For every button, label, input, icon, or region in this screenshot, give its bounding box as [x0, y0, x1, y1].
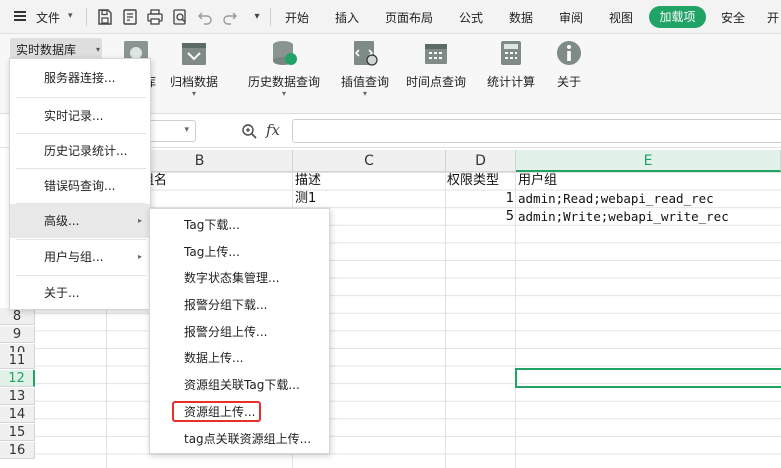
realtime-db-dropdown: 服务器连接... 实时记录... 历史记录统计... 错误码查询... 高级..…: [9, 58, 151, 310]
menu-error-code-query[interactable]: 错误码查询...: [10, 169, 150, 203]
row-header[interactable]: 8: [0, 308, 35, 325]
zoom-icon[interactable]: [240, 122, 258, 140]
menu-about[interactable]: 关于...: [10, 276, 150, 310]
quick-access-divider: [270, 8, 271, 26]
print-preview-icon[interactable]: [171, 8, 189, 26]
menu-realtime-records[interactable]: 实时记录...: [10, 99, 150, 133]
about-label: 关于: [556, 75, 581, 89]
archive-data-button[interactable]: 归档数据 ▾: [165, 38, 223, 98]
menu-advanced[interactable]: 高级... ▸: [10, 204, 150, 238]
about-button[interactable]: 关于: [552, 38, 586, 90]
calculator-icon: [501, 41, 521, 65]
history-database-icon: [273, 41, 297, 65]
info-icon: [557, 41, 581, 65]
archive-data-label: 归档数据: [169, 75, 218, 89]
menu-data[interactable]: 数据: [509, 9, 533, 26]
menu-advanced-label: 高级...: [44, 214, 80, 228]
export-pdf-icon[interactable]: [121, 8, 139, 26]
menu-addins[interactable]: 加载项: [649, 6, 706, 28]
row-header[interactable]: 15: [0, 424, 35, 441]
cell-d-row-b[interactable]: 5: [448, 208, 514, 225]
redo-icon[interactable]: [221, 8, 239, 26]
submenu-digital-state-sets[interactable]: 数字状态集管理...: [150, 265, 329, 291]
submenu-alarm-group-upload[interactable]: 报警分组上传...: [150, 319, 329, 345]
row-header[interactable]: 12: [0, 370, 35, 387]
active-cell-selection[interactable]: [515, 368, 781, 388]
cell-e-row-b[interactable]: admin;Write;webapi_write_rec: [518, 208, 729, 225]
history-query-button[interactable]: 历史数据查询 ▾: [242, 38, 326, 98]
menu-insert[interactable]: 插入: [335, 9, 359, 26]
cell-d-row-a[interactable]: 1: [448, 190, 514, 207]
calendar-icon: [425, 44, 447, 64]
menu-developer[interactable]: 开: [767, 9, 779, 26]
chevron-right-icon: ▸: [137, 216, 142, 225]
cell-c-row-a[interactable]: 测1: [295, 190, 316, 207]
file-menu[interactable]: 文件: [36, 9, 60, 26]
formula-input[interactable]: [292, 119, 781, 143]
menu-server-connect[interactable]: 服务器连接...: [10, 61, 150, 95]
history-query-label: 历史数据查询: [247, 75, 320, 89]
name-box[interactable]: ▾: [150, 120, 196, 142]
cell-d-header[interactable]: 权限类型: [447, 172, 499, 189]
timepoint-query-button[interactable]: 时间点查询: [403, 38, 469, 90]
timepoint-query-label: 时间点查询: [405, 75, 466, 89]
cell-e-header[interactable]: 用户组: [518, 172, 557, 189]
stat-calc-button[interactable]: 统计计算: [482, 38, 540, 90]
chevron-down-icon: ▾: [362, 89, 367, 98]
interpolation-icon: [354, 41, 378, 66]
menu-users-groups[interactable]: 用户与组... ▸: [10, 240, 150, 274]
print-icon[interactable]: [146, 8, 164, 26]
menu-history-stats[interactable]: 历史记录统计...: [10, 134, 150, 168]
submenu-alarm-group-download[interactable]: 报警分组下载...: [150, 292, 329, 318]
menu-security[interactable]: 安全: [721, 9, 745, 26]
chevron-down-icon[interactable]: ▾: [184, 125, 189, 135]
row-header[interactable]: 14: [0, 406, 35, 423]
interp-query-button[interactable]: 插值查询 ▾: [337, 38, 393, 98]
stat-calc-label: 统计计算: [486, 75, 535, 89]
cell-e-row-a[interactable]: admin;Read;webapi_read_rec: [518, 190, 714, 207]
chevron-down-icon: ▾: [281, 89, 286, 98]
fx-icon[interactable]: fx: [266, 121, 280, 139]
menu-bar: 文件 ▾ ▾ 开始 插入 页面布局 公式 数据 审阅 视图 加载项 安全 开: [0, 0, 781, 34]
column-header-e[interactable]: E: [516, 150, 781, 172]
menu-users-groups-label: 用户与组...: [44, 250, 104, 264]
column-header-c[interactable]: C: [293, 150, 446, 172]
row-header[interactable]: 16: [0, 442, 35, 459]
menu-formulas[interactable]: 公式: [459, 9, 483, 26]
menu-review[interactable]: 审阅: [559, 9, 583, 26]
submenu-tag-upload[interactable]: Tag上传...: [150, 239, 329, 265]
menu-home[interactable]: 开始: [285, 9, 309, 26]
row-header[interactable]: 11: [0, 352, 35, 369]
interp-query-label: 插值查询: [340, 75, 389, 89]
quick-access-divider: [86, 8, 87, 26]
row-header[interactable]: 13: [0, 388, 35, 405]
menu-divider: [16, 97, 146, 98]
chevron-down-icon[interactable]: ▾: [68, 11, 73, 21]
chevron-right-icon: ▸: [137, 252, 142, 261]
submenu-tag-download[interactable]: Tag下载...: [150, 212, 329, 238]
submenu-resource-group-tag-download[interactable]: 资源组关联Tag下载...: [150, 372, 329, 398]
submenu-tag-resource-group-upload[interactable]: tag点关联资源组上传...: [150, 426, 329, 452]
cell-c-header[interactable]: 描述: [295, 172, 321, 189]
chevron-down-icon: ▾: [191, 89, 196, 98]
menu-view[interactable]: 视图: [609, 9, 633, 26]
highlight-box: [172, 401, 261, 422]
column-header-d[interactable]: D: [446, 150, 516, 172]
archive-icon: [182, 43, 206, 65]
row-header[interactable]: 9: [0, 326, 35, 343]
save-icon[interactable]: [96, 8, 114, 26]
menu-page-layout[interactable]: 页面布局: [385, 9, 433, 26]
hamburger-menu-icon[interactable]: [14, 11, 26, 21]
undo-icon[interactable]: [196, 8, 214, 26]
submenu-data-upload[interactable]: 数据上传...: [150, 345, 329, 371]
realtime-db-label: 实时数据库: [16, 43, 77, 57]
customize-quick-access-icon[interactable]: ▾: [248, 8, 266, 26]
